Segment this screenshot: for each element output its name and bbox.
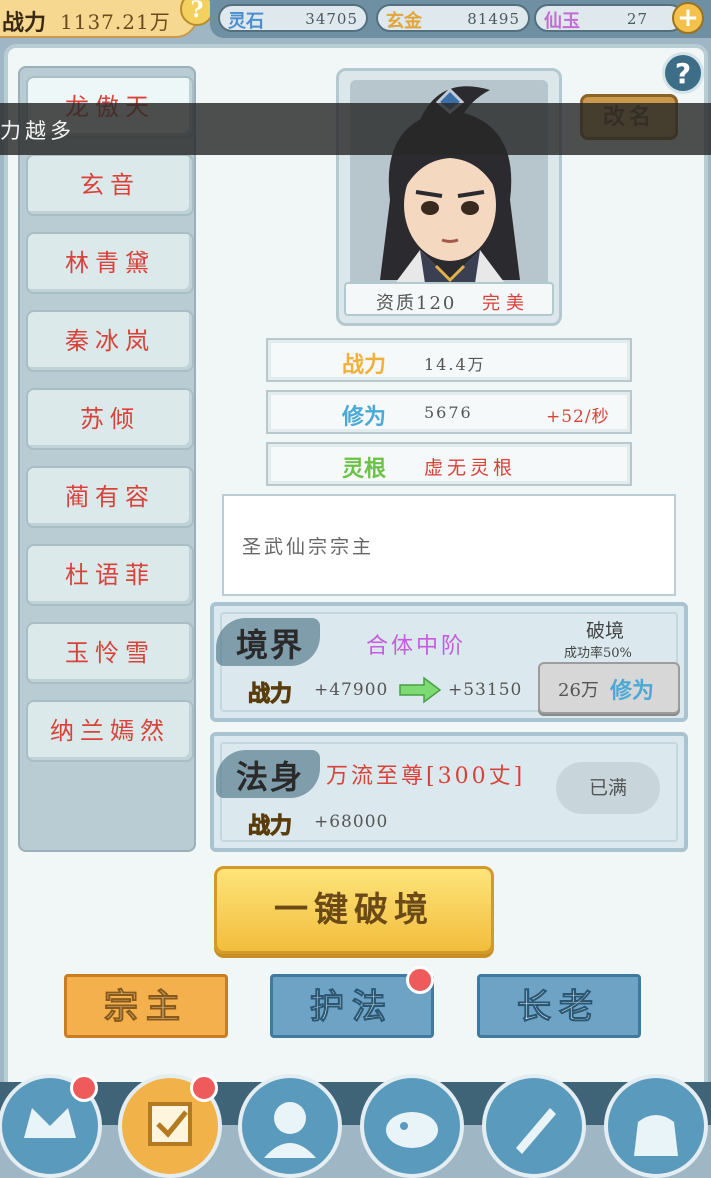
break-realm-button[interactable]: 26万 修为	[538, 662, 680, 714]
stat-key: 灵根	[342, 456, 387, 482]
stat-value: 14.4万	[424, 355, 486, 374]
nav-beast-icon[interactable]	[360, 1074, 464, 1178]
character-item[interactable]: 玉怜雪	[26, 622, 194, 684]
stat-rate: +52/秒	[546, 407, 610, 427]
currency-label: 仙玉	[544, 11, 580, 32]
nav-bag-icon[interactable]	[604, 1074, 708, 1178]
one-key-break-button[interactable]: 一键破境	[214, 866, 494, 954]
realm-power-from: +47900	[314, 680, 389, 700]
arrow-right-icon	[399, 676, 442, 704]
add-currency-button[interactable]: +	[672, 2, 704, 34]
realm-power-label: 战力	[247, 681, 293, 708]
stat-spirit-root: 灵根 虚无灵根	[266, 442, 632, 486]
power-label: 战力	[2, 10, 47, 36]
nav-character-icon[interactable]	[238, 1074, 342, 1178]
stat-key: 修为	[342, 404, 387, 430]
currency-spirit-stone: 灵石 34705	[218, 4, 368, 32]
character-item[interactable]: 秦冰岚	[26, 310, 194, 372]
tab-elder[interactable]: 长老	[477, 974, 641, 1038]
aptitude-grade: 完美	[482, 293, 530, 314]
cost-unit: 修为	[610, 678, 655, 704]
aptitude-label: 资质120	[376, 293, 457, 314]
character-item[interactable]: 玄音	[26, 154, 194, 216]
stat-key: 战力	[342, 352, 387, 378]
person-icon	[264, 1102, 316, 1158]
character-item[interactable]: 林青黛	[26, 232, 194, 294]
notification-dot	[190, 1074, 218, 1102]
character-item[interactable]: 蔺有容	[26, 466, 194, 528]
aptitude-bar: 资质120 完美	[344, 282, 554, 316]
stat-value: 虚无灵根	[424, 457, 517, 479]
currency-label: 灵石	[228, 11, 264, 32]
dharma-power-label: 战力	[247, 813, 293, 840]
success-rate: 成功率50%	[564, 646, 632, 661]
description-text: 圣武仙宗宗主	[242, 536, 375, 558]
dharma-power-value: +68000	[314, 812, 389, 832]
nav-sword-icon[interactable]	[482, 1074, 586, 1178]
currency-label: 玄金	[386, 11, 422, 32]
realm-level: 合体中阶	[366, 634, 467, 659]
character-item[interactable]: 苏倾	[26, 388, 194, 450]
break-label: 破境	[586, 620, 625, 642]
bag-icon	[634, 1115, 678, 1156]
stat-value: 5676	[424, 403, 473, 422]
currency-immortal-jade: 仙玉 27	[534, 4, 684, 32]
dharma-name: 万流至尊[300丈]	[326, 764, 526, 789]
total-power-display: 战力 1137.21万	[0, 0, 198, 38]
character-item[interactable]: 纳兰嫣然	[26, 700, 194, 762]
notification-dot	[70, 1074, 98, 1102]
dharma-section: 法身 万流至尊[300丈] 战力 +68000 已满	[210, 732, 688, 852]
notification-dot	[406, 966, 434, 994]
cost-amount: 26万	[558, 680, 599, 701]
realm-power-to: +53150	[448, 680, 523, 700]
currency-value: 27	[626, 10, 648, 28]
currency-mystic-gold: 玄金 81495	[376, 4, 530, 32]
dharma-title: 法身	[236, 758, 305, 796]
beast-icon	[386, 1112, 438, 1148]
sword-icon	[516, 1108, 556, 1154]
currency-value: 34705	[305, 10, 358, 28]
character-description: 圣武仙宗宗主	[222, 494, 676, 596]
toast-message: 力越多	[0, 103, 711, 155]
tab-sect-master[interactable]: 宗主	[64, 974, 228, 1038]
currency-value: 81495	[467, 10, 520, 28]
toast-text: 力越多	[0, 119, 75, 143]
realm-section: 境界 合体中阶 破境 成功率50% 战力 +47900 +53150 26万 修…	[210, 602, 688, 722]
help-button[interactable]: ?	[662, 52, 704, 94]
stat-cultivation: 修为 5676 +52/秒	[266, 390, 632, 434]
realm-title: 境界	[236, 626, 305, 664]
character-item[interactable]: 杜语菲	[26, 544, 194, 606]
power-value: 1137.21万	[60, 10, 171, 34]
stat-power: 战力 14.4万	[266, 338, 632, 382]
dharma-full-badge: 已满	[556, 762, 660, 814]
